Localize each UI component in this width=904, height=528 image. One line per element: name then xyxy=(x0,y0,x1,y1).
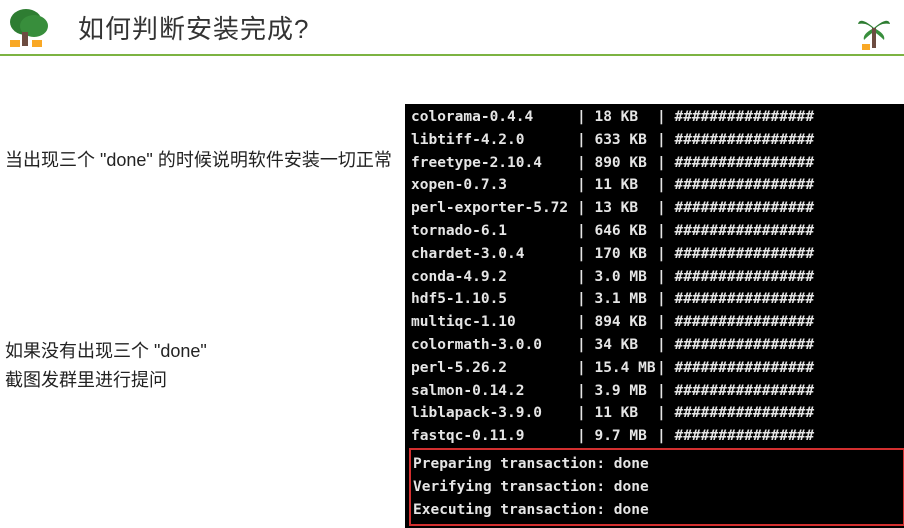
package-row: fastqc-0.11.9| 9.7 MB| ################ xyxy=(411,425,904,448)
package-row: multiqc-1.10| 894 KB| ################ xyxy=(411,311,904,334)
instruction-failure: 如果没有出现三个 "done" 截图发群里进行提问 xyxy=(0,337,405,395)
package-row: tornado-6.1| 646 KB| ################ xyxy=(411,220,904,243)
package-row: freetype-2.10.4| 890 KB| ###############… xyxy=(411,152,904,175)
instruction-failure-line2: 截图发群里进行提问 xyxy=(5,366,405,395)
transaction-highlight-box: Preparing transaction: doneVerifying tra… xyxy=(409,448,904,526)
package-row: xopen-0.7.3| 11 KB| ################ xyxy=(411,174,904,197)
instructions-column: 当出现三个 "done" 的时候说明软件安装一切正常 如果没有出现三个 "don… xyxy=(0,104,405,528)
slide-header: 如何判断安装完成? xyxy=(0,0,904,56)
palm-tree-icon xyxy=(856,10,892,50)
terminal-output: colorama-0.4.4| 18 KB| ################l… xyxy=(405,104,904,528)
tree-left-icon xyxy=(8,6,54,48)
instruction-failure-line1: 如果没有出现三个 "done" xyxy=(5,337,405,366)
instruction-success: 当出现三个 "done" 的时候说明软件安装一切正常 xyxy=(0,146,405,175)
package-row: libtiff-4.2.0| 633 KB| ################ xyxy=(411,129,904,152)
transaction-line: Executing transaction: done xyxy=(413,499,903,522)
transaction-line: Preparing transaction: done xyxy=(413,453,903,476)
package-list: colorama-0.4.4| 18 KB| ################l… xyxy=(411,106,904,448)
package-row: colormath-3.0.0| 34 KB| ################ xyxy=(411,334,904,357)
transaction-list: Preparing transaction: doneVerifying tra… xyxy=(413,453,903,521)
package-row: perl-exporter-5.72| 13 KB| #############… xyxy=(411,197,904,220)
package-row: conda-4.9.2| 3.0 MB| ################ xyxy=(411,266,904,289)
package-row: salmon-0.14.2| 3.9 MB| ################ xyxy=(411,380,904,403)
package-row: perl-5.26.2| 15.4 MB| ################ xyxy=(411,357,904,380)
transaction-line: Verifying transaction: done xyxy=(413,476,903,499)
package-row: liblapack-3.9.0| 11 KB| ################ xyxy=(411,402,904,425)
package-row: chardet-3.0.4| 170 KB| ################ xyxy=(411,243,904,266)
package-row: hdf5-1.10.5| 3.1 MB| ################ xyxy=(411,288,904,311)
package-row: colorama-0.4.4| 18 KB| ################ xyxy=(411,106,904,129)
page-title: 如何判断安装完成? xyxy=(78,9,309,46)
